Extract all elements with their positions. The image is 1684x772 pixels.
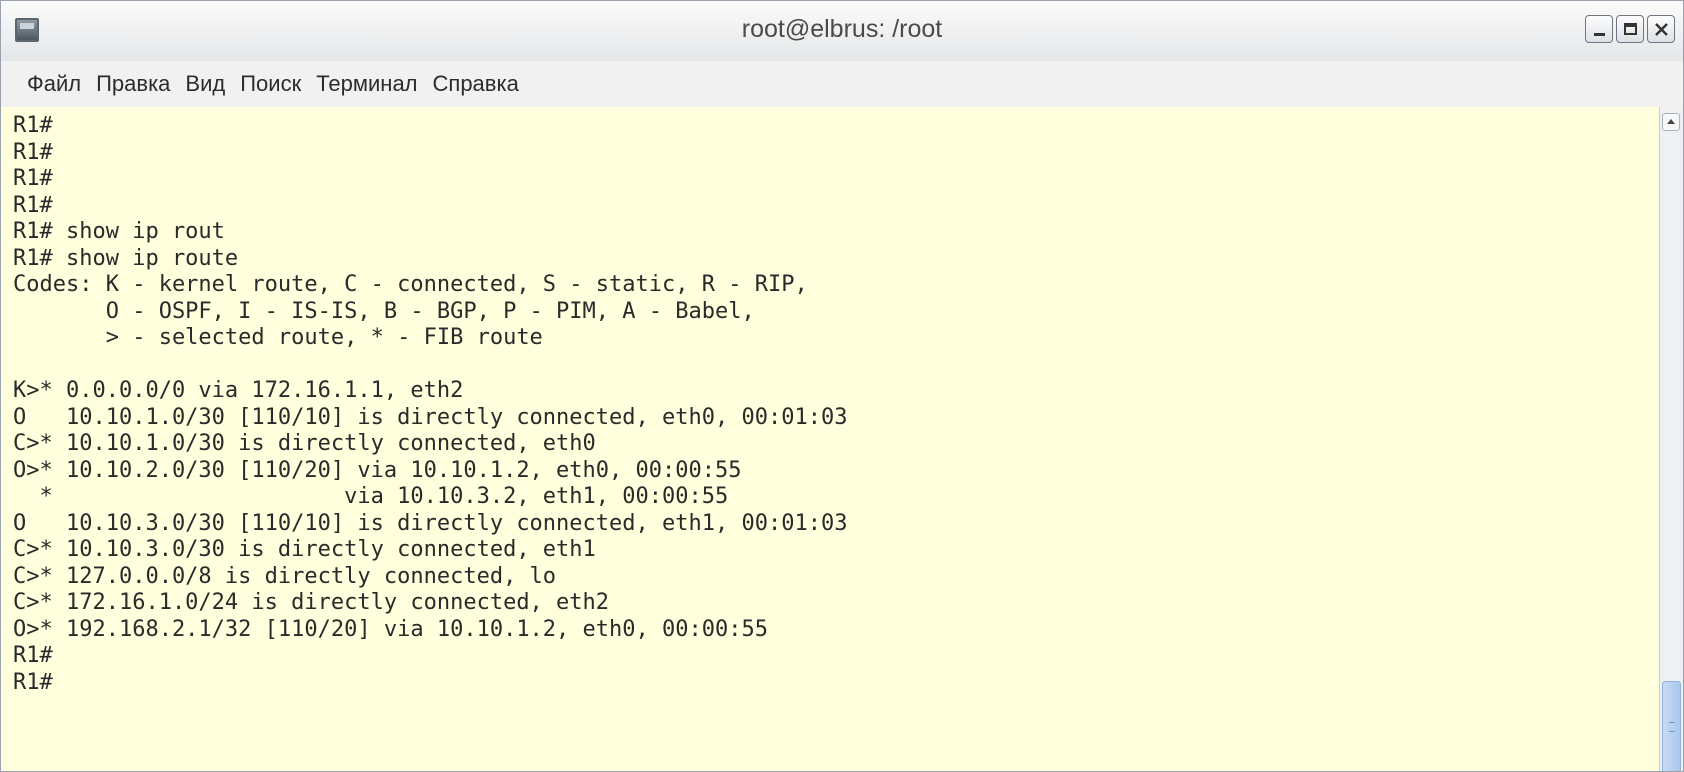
terminal-line: R1#: [13, 113, 53, 138]
terminal-line: O>* 10.10.2.0/30 [110/20] via 10.10.1.2,…: [13, 457, 742, 483]
menu-edit[interactable]: Правка: [96, 71, 170, 97]
terminal-line: R1#: [13, 669, 53, 695]
minimize-button[interactable]: [1585, 15, 1613, 43]
arrow-up-icon[interactable]: [1662, 113, 1680, 131]
terminal-line: O - OSPF, I - IS-IS, B - BGP, P - PIM, A…: [13, 298, 755, 324]
terminal-line: C>* 10.10.3.0/30 is directly connected, …: [13, 537, 596, 562]
terminal-line: R1#: [13, 643, 53, 668]
terminal-line: C>* 172.16.1.0/24 is directly connected,…: [13, 590, 610, 615]
minimize-icon: [1594, 33, 1605, 36]
window-controls: [1585, 15, 1675, 45]
menu-terminal[interactable]: Терминал: [316, 71, 417, 97]
maximize-icon: [1624, 23, 1637, 35]
terminal-line: K>* 0.0.0.0/0 via 172.16.1.1, eth2: [13, 378, 464, 403]
terminal-line: R1#: [13, 192, 53, 218]
terminal-line: O 10.10.1.0/30 [110/10] is directly conn…: [13, 404, 848, 430]
menu-bar: Файл Правка Вид Поиск Терминал Справка: [1, 61, 1683, 107]
terminal-line: Codes: K - kernel route, C - connected, …: [13, 272, 808, 297]
title-bar[interactable]: root@elbrus: /root: [1, 1, 1683, 62]
close-button[interactable]: [1647, 15, 1675, 43]
terminal-window: root@elbrus: /root Файл Правка Вид Поиск…: [0, 0, 1684, 772]
terminal-text: R1# R1# R1# R1# R1# show ip rout R1# show ip …: [1, 107, 1661, 696]
terminal-line: R1#: [13, 166, 53, 191]
menu-search[interactable]: Поиск: [240, 71, 301, 97]
scrollbar-thumb[interactable]: [1662, 681, 1681, 771]
vertical-scrollbar[interactable]: [1659, 107, 1683, 771]
terminal-line: O 10.10.3.0/30 [110/10] is directly conn…: [13, 510, 848, 536]
terminal-line: R1# show ip route: [13, 245, 239, 271]
close-icon: [1655, 23, 1668, 36]
maximize-button[interactable]: [1616, 15, 1644, 43]
terminal-line: O>* 192.168.2.1/32 [110/20] via 10.10.1.…: [13, 616, 768, 642]
menu-view[interactable]: Вид: [185, 71, 225, 97]
terminal-line: R1# show ip rout: [13, 219, 225, 244]
terminal-line: * via 10.10.3.2, eth1, 00:00:55: [13, 484, 729, 509]
terminal-line: C>* 10.10.1.0/30 is directly connected, …: [13, 431, 596, 456]
menu-help[interactable]: Справка: [433, 71, 519, 97]
terminal-line: > - selected route, * - FIB route: [13, 325, 543, 350]
window-title: root@elbrus: /root: [741, 15, 943, 43]
terminal-line: C>* 127.0.0.0/8 is directly connected, l…: [13, 563, 557, 589]
terminal-output[interactable]: R1# R1# R1# R1# R1# show ip rout R1# show ip …: [1, 107, 1661, 771]
terminal-line: R1#: [13, 139, 53, 165]
menu-file[interactable]: Файл: [27, 71, 81, 97]
